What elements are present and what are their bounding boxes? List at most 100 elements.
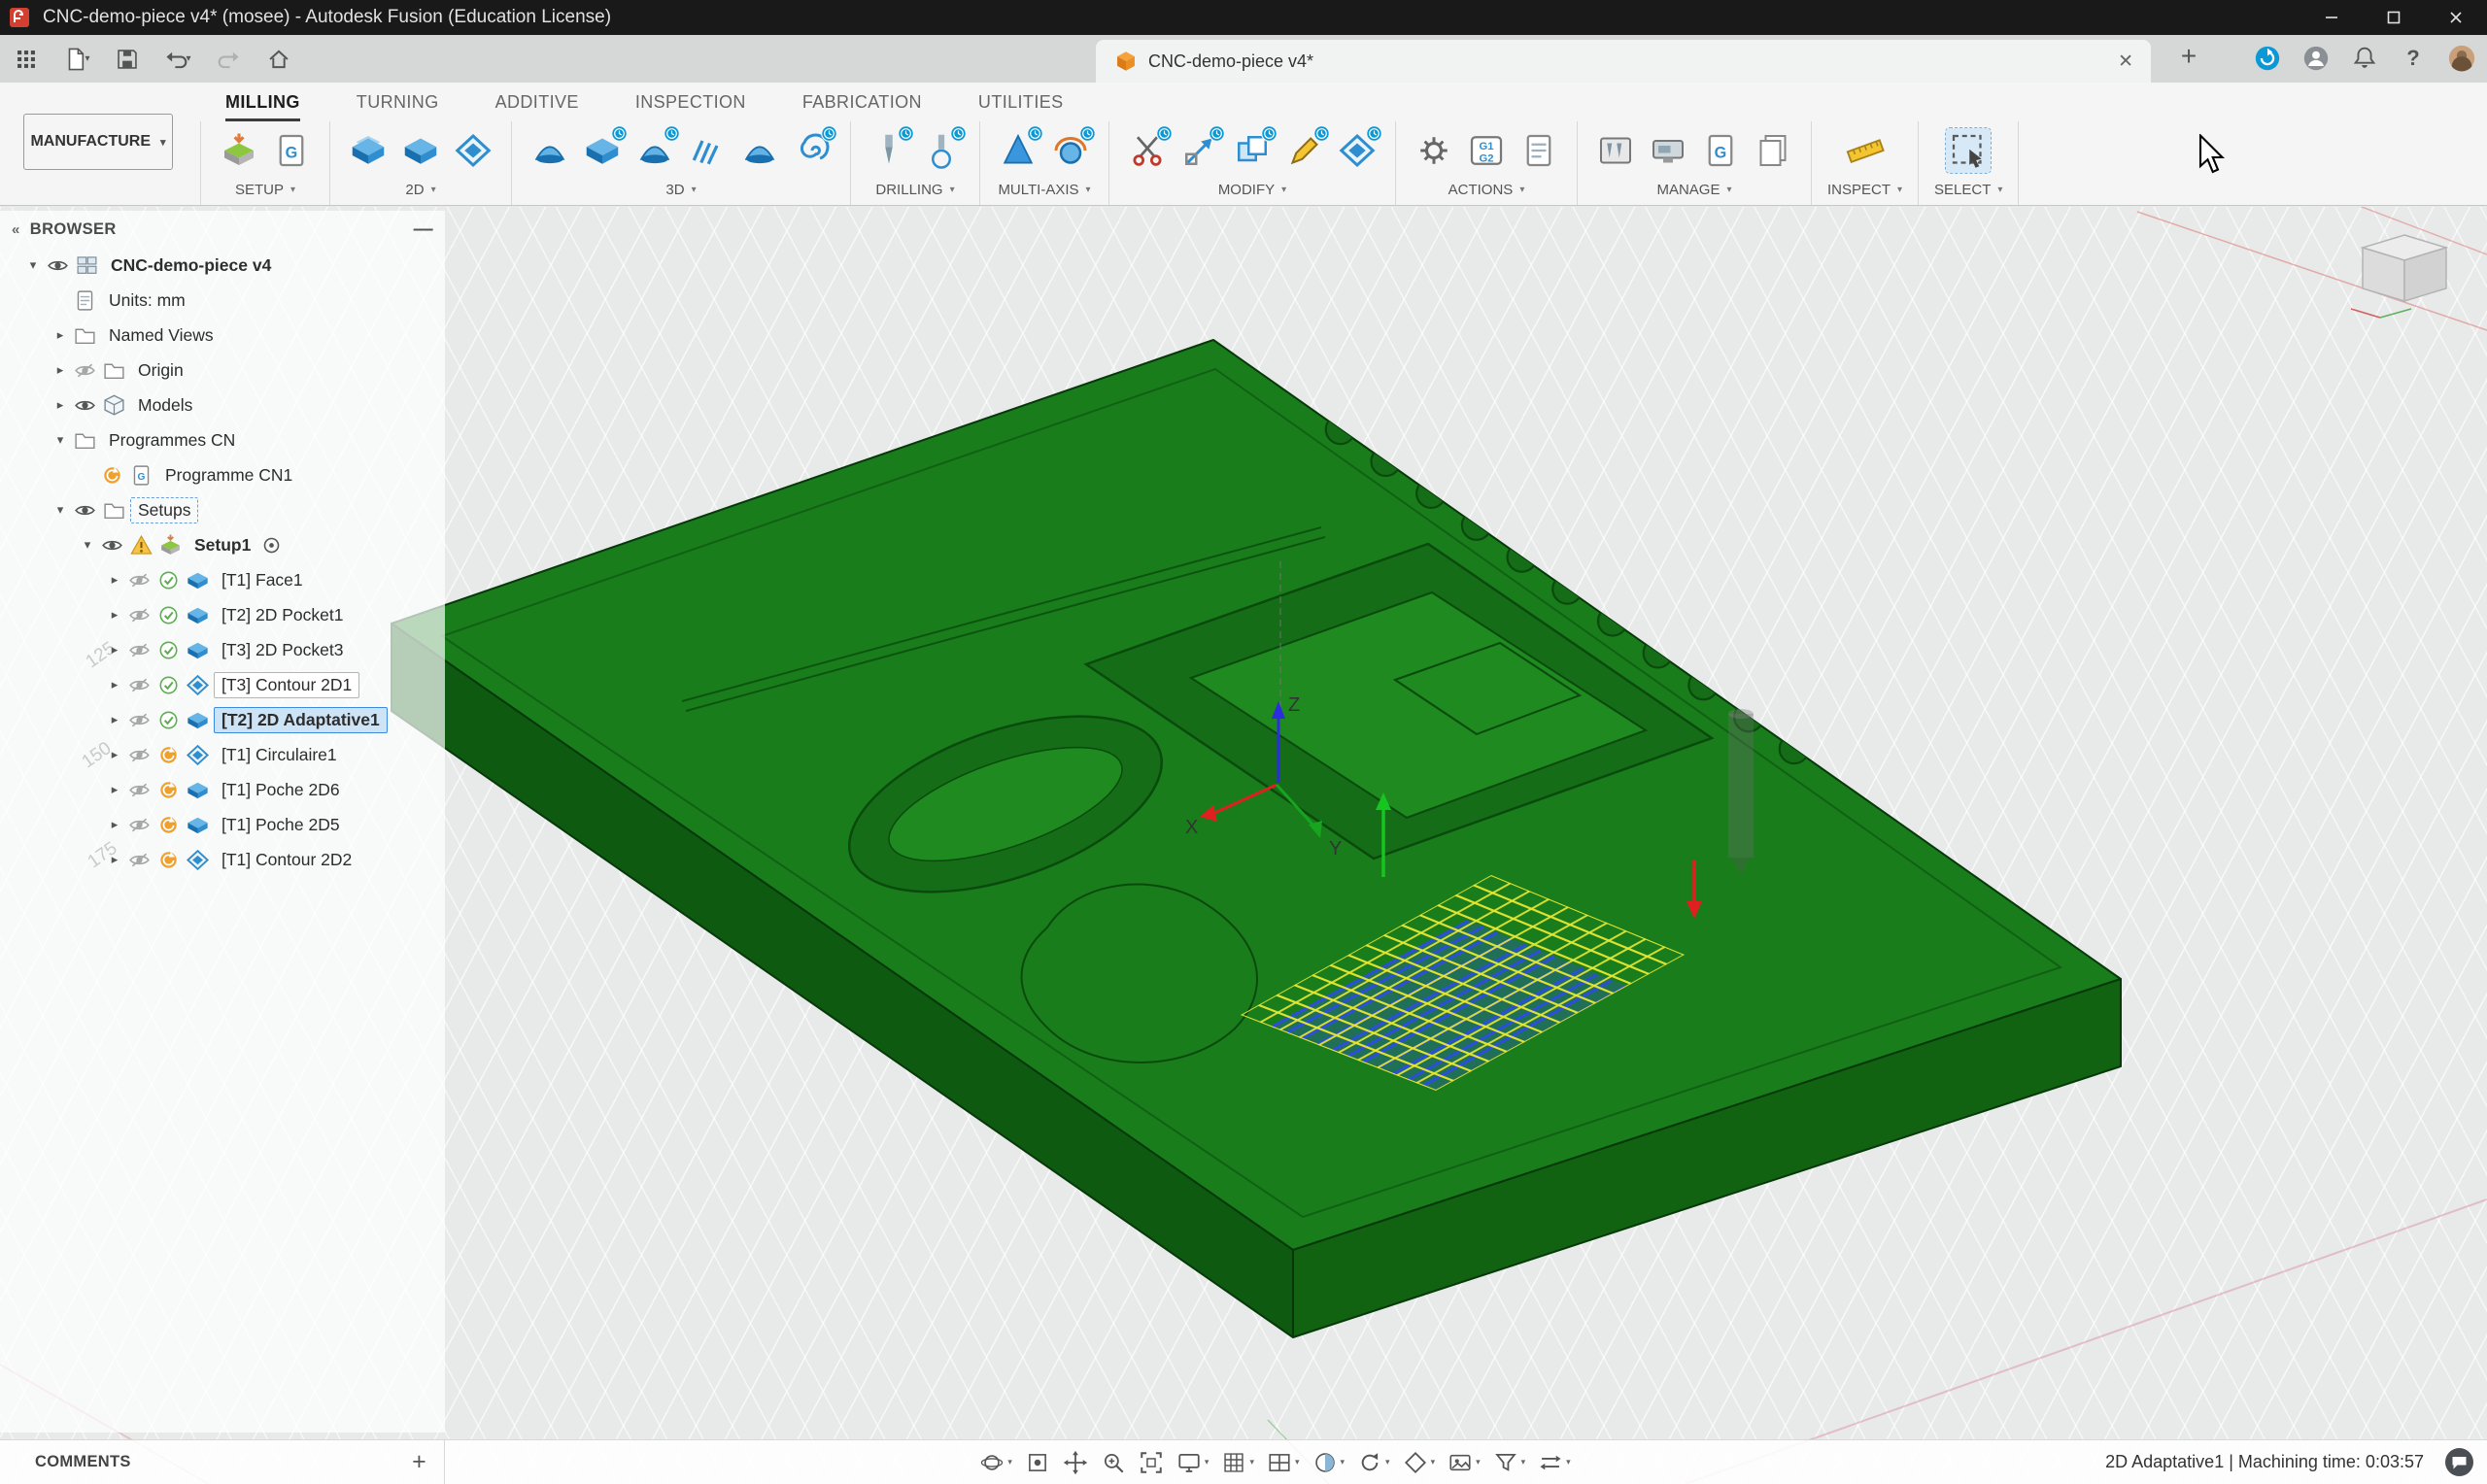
tree-item-t3-2d-pocket3[interactable]: ▸[T3] 2D Pocket3 <box>0 632 445 667</box>
chat-icon[interactable] <box>2443 1446 2475 1478</box>
tree-item-t1-poche-2d5[interactable]: ▸ [T1] Poche 2D5 <box>0 807 445 842</box>
setup-icon[interactable] <box>217 128 261 173</box>
toolpath-display-icon[interactable]: ▾ <box>1538 1450 1571 1475</box>
visibility-icon[interactable] <box>72 497 98 523</box>
expander-icon[interactable]: ▸ <box>103 642 126 658</box>
rotary-icon[interactable] <box>1048 128 1093 173</box>
nc-program-icon[interactable]: G <box>269 128 314 173</box>
tree-item-t1-contour-2d2[interactable]: ▸[T1] Contour 2D2 <box>0 842 445 877</box>
steep-and-shallow-icon[interactable] <box>632 128 677 173</box>
visibility-icon[interactable] <box>126 847 153 873</box>
maximize-button[interactable] <box>2363 0 2425 35</box>
ribbon-tab-turning[interactable]: TURNING <box>357 92 439 121</box>
contour-2d-icon[interactable] <box>451 128 495 173</box>
item-label[interactable]: [T2] 2D Adaptative1 <box>214 707 388 733</box>
selection-filter-icon[interactable]: ▾ <box>1493 1450 1526 1475</box>
trim-toolpath-icon[interactable] <box>1125 128 1170 173</box>
look-at-icon[interactable] <box>1025 1450 1050 1475</box>
expander-icon[interactable]: ▸ <box>103 677 126 692</box>
measure-icon[interactable] <box>1843 128 1888 173</box>
pan-icon[interactable] <box>1063 1450 1088 1475</box>
job-status-icon[interactable] <box>2252 43 2283 74</box>
2d-dropdown[interactable]: 2D▾ <box>405 182 435 198</box>
tree-item-setups[interactable]: ▾Setups <box>0 492 445 527</box>
setup-sheet-icon[interactable] <box>1516 128 1561 173</box>
viewport-3d[interactable]: Z X Y 125150175 « BROWSER — ▾CNC-demo-pi… <box>0 207 2487 1484</box>
item-label[interactable]: Models <box>130 392 200 419</box>
fit-icon[interactable] <box>1139 1450 1164 1475</box>
simulate-g1g2-icon[interactable]: G1G2 <box>1464 128 1509 173</box>
activate-target-icon[interactable] <box>258 532 285 558</box>
tree-item-cnc-demo-piece-v4[interactable]: ▾ CNC-demo-piece v4 <box>0 248 445 283</box>
orbit-icon[interactable]: ▾ <box>979 1450 1012 1475</box>
swarf-icon[interactable] <box>996 128 1040 173</box>
ribbon-tab-fabrication[interactable]: FABRICATION <box>802 92 922 121</box>
tree-item-units-mm[interactable]: Units: mm <box>0 283 445 318</box>
close-button[interactable] <box>2425 0 2487 35</box>
scallop-icon[interactable] <box>737 128 782 173</box>
tree-item-t2-2d-adaptative1[interactable]: ▸ [T2] 2D Adaptative1 <box>0 702 445 737</box>
tree-item-origin[interactable]: ▸ Origin <box>0 353 445 388</box>
item-label[interactable]: CNC-demo-piece v4 <box>103 253 279 279</box>
visibility-icon[interactable] <box>72 357 98 384</box>
document-tab[interactable]: CNC-demo-piece v4* ✕ <box>1096 40 2151 83</box>
drill-icon[interactable] <box>867 128 911 173</box>
post-library-icon[interactable]: G <box>1698 128 1743 173</box>
ribbon-tab-milling[interactable]: MILLING <box>225 92 300 121</box>
visibility-icon[interactable] <box>126 777 153 803</box>
pocket-2d-icon[interactable] <box>398 128 443 173</box>
expander-icon[interactable]: ▸ <box>49 362 72 378</box>
add-comment-button[interactable]: + <box>412 1448 426 1476</box>
tree-item-t1-circulaire1[interactable]: ▸[T1] Circulaire1 <box>0 737 445 772</box>
tree-item-t1-face1[interactable]: ▸ [T1] Face1 <box>0 562 445 597</box>
undo-icon[interactable]: ▾ <box>163 45 192 74</box>
expander-icon[interactable]: ▾ <box>21 257 45 273</box>
tree-item-programme-cn1[interactable]: GProgramme CN1 <box>0 457 445 492</box>
visibility-icon[interactable] <box>72 392 98 419</box>
zoom-icon[interactable] <box>1101 1450 1126 1475</box>
item-label[interactable]: Programme CN1 <box>157 462 300 489</box>
expander-icon[interactable]: ▾ <box>49 502 72 518</box>
post-process-icon[interactable] <box>1412 128 1456 173</box>
expander-icon[interactable]: ▸ <box>103 817 126 832</box>
item-label[interactable]: Units: mm <box>101 287 193 314</box>
visibility-icon[interactable] <box>45 253 71 279</box>
item-label[interactable]: [T1] Face1 <box>214 567 311 593</box>
item-label[interactable]: [T1] Circulaire1 <box>214 742 345 768</box>
home-icon[interactable] <box>264 45 293 74</box>
tree-item-programmes-cn[interactable]: ▾Programmes CN <box>0 422 445 457</box>
item-label[interactable]: Origin <box>130 357 191 384</box>
refresh-icon[interactable]: ▾ <box>1357 1450 1390 1475</box>
machine-library-icon[interactable] <box>1646 128 1690 173</box>
item-label[interactable]: [T1] Poche 2D5 <box>214 812 348 838</box>
expander-icon[interactable]: ▸ <box>103 572 126 588</box>
expander-icon[interactable]: ▾ <box>49 432 72 448</box>
expander-icon[interactable]: ▸ <box>49 397 72 413</box>
visibility-icon[interactable] <box>126 742 153 768</box>
minimize-button[interactable] <box>2300 0 2363 35</box>
visibility-icon[interactable] <box>126 707 153 733</box>
comments-bar[interactable]: COMMENTS + <box>0 1440 445 1484</box>
save-icon[interactable] <box>113 45 142 74</box>
pocket-clearing-icon[interactable] <box>580 128 625 173</box>
tree-item-models[interactable]: ▸ Models <box>0 388 445 422</box>
appearance-icon[interactable]: ▾ <box>1403 1450 1436 1475</box>
expander-icon[interactable]: ▸ <box>103 712 126 727</box>
multi-axis-dropdown[interactable]: MULTI-AXIS▾ <box>998 182 1090 198</box>
select-icon[interactable] <box>1946 128 1991 173</box>
inspect-dropdown[interactable]: INSPECT▾ <box>1827 182 1902 198</box>
edit-toolpath-icon[interactable] <box>1282 128 1327 173</box>
user-avatar-icon[interactable] <box>2446 43 2477 74</box>
face-2d-icon[interactable] <box>346 128 391 173</box>
notifications-icon[interactable] <box>2349 43 2380 74</box>
3d-dropdown[interactable]: 3D▾ <box>665 182 696 198</box>
coordinate-edit-icon[interactable] <box>1335 128 1380 173</box>
new-tab-button[interactable]: + <box>2172 41 2205 72</box>
item-label[interactable]: [T2] 2D Pocket1 <box>214 602 351 628</box>
capture-image-icon[interactable]: ▾ <box>1448 1450 1481 1475</box>
spiral-icon[interactable] <box>790 128 835 173</box>
tree-item-setup1[interactable]: ▾Setup1 <box>0 527 445 562</box>
duplicate-toolpath-icon[interactable] <box>1230 128 1275 173</box>
manage-dropdown[interactable]: MANAGE▾ <box>1656 182 1731 198</box>
ribbon-tab-additive[interactable]: ADDITIVE <box>495 92 579 121</box>
